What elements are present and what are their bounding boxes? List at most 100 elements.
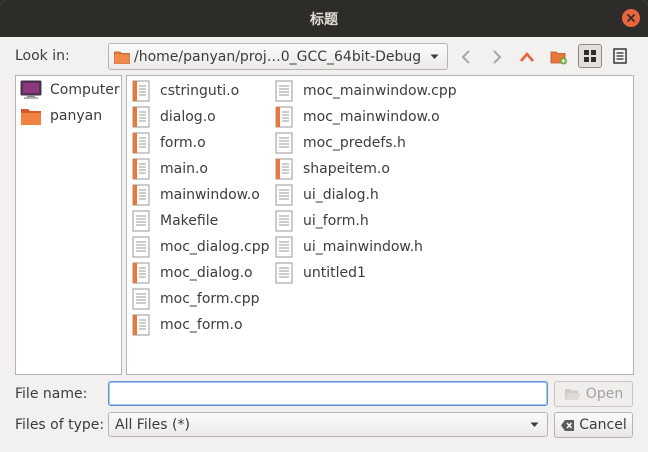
binary-file-icon: [275, 106, 293, 128]
file-name-input[interactable]: [108, 381, 548, 406]
file-name: ui_mainwindow.h: [303, 239, 423, 255]
folder-icon: [114, 51, 130, 64]
file-name: shapeitem.o: [303, 161, 390, 177]
folder-icon: [21, 109, 41, 125]
parent-directory-icon: [520, 52, 534, 62]
file-name: moc_mainwindow.o: [303, 109, 440, 125]
new-folder-button[interactable]: [548, 46, 570, 68]
list-item[interactable]: main.o: [132, 156, 270, 182]
cancel-button[interactable]: Cancel: [554, 412, 633, 438]
binary-file-icon: [132, 184, 150, 206]
file-name: cstringuti.o: [160, 83, 240, 99]
sidebar-item-label: panyan: [50, 108, 103, 124]
file-type-combobox[interactable]: All Files (*): [108, 412, 548, 437]
cancel-icon: [561, 419, 575, 431]
chevron-down-icon: [430, 54, 439, 59]
list-item[interactable]: moc_mainwindow.cpp: [275, 78, 457, 104]
file-type-row: Files of type: All Files (*) Cancel: [0, 412, 648, 438]
current-path: /home/panyan/proj…0_GCC_64bit-Debug: [134, 48, 422, 65]
file-name: main.o: [160, 161, 208, 177]
places-sidebar: Computer panyan: [15, 75, 122, 375]
sidebar-item-panyan[interactable]: panyan: [20, 104, 102, 128]
file-name: ui_form.h: [303, 213, 369, 229]
path-combobox[interactable]: /home/panyan/proj…0_GCC_64bit-Debug: [108, 43, 448, 70]
list-item[interactable]: cstringuti.o: [132, 78, 270, 104]
binary-file-icon: [132, 132, 150, 154]
text-file-icon: [275, 236, 293, 258]
text-file-icon: [275, 132, 293, 154]
window-title: 标题: [310, 11, 338, 28]
detail-view-button[interactable]: [578, 44, 602, 68]
list-item[interactable]: ui_mainwindow.h: [275, 234, 457, 260]
close-icon: [626, 13, 636, 23]
list-item[interactable]: moc_form.o: [132, 312, 270, 338]
text-file-icon: [132, 210, 150, 232]
file-name-label: File name:: [15, 386, 88, 402]
list-item[interactable]: mainwindow.o: [132, 182, 270, 208]
text-file-icon: [275, 262, 293, 284]
text-file-icon: [275, 210, 293, 232]
open-folder-icon: [564, 388, 581, 400]
sidebar-item-label: Computer: [50, 82, 120, 98]
file-type-label: Files of type:: [15, 417, 105, 433]
look-in-row: Look in: /home/panyan/proj…0_GCC_64bit-D…: [0, 42, 648, 72]
file-list: cstringuti.o dialog.o form.o main.o main…: [126, 75, 634, 375]
open-button[interactable]: Open: [554, 381, 633, 407]
forward-icon: [493, 50, 502, 64]
file-column-2: moc_mainwindow.cpp moc_mainwindow.o moc_…: [275, 78, 457, 286]
file-name-row: File name: Open: [0, 381, 648, 407]
file-column-1: cstringuti.o dialog.o form.o main.o main…: [132, 78, 270, 338]
list-item[interactable]: Makefile: [132, 208, 270, 234]
list-item[interactable]: moc_mainwindow.o: [275, 104, 457, 130]
file-name: dialog.o: [160, 109, 216, 125]
list-item[interactable]: untitled1: [275, 260, 457, 286]
file-name: untitled1: [303, 265, 366, 281]
list-item[interactable]: shapeitem.o: [275, 156, 457, 182]
list-item[interactable]: moc_dialog.cpp: [132, 234, 270, 260]
file-name: Makefile: [160, 213, 219, 229]
new-folder-icon: [550, 51, 567, 65]
close-button[interactable]: [622, 9, 640, 27]
cancel-button-label: Cancel: [579, 417, 627, 433]
list-item[interactable]: moc_predefs.h: [275, 130, 457, 156]
binary-file-icon: [132, 158, 150, 180]
forward-button[interactable]: [486, 46, 508, 68]
list-item[interactable]: ui_dialog.h: [275, 182, 457, 208]
list-item[interactable]: moc_dialog.o: [132, 260, 270, 286]
text-file-icon: [132, 288, 150, 310]
list-item[interactable]: moc_form.cpp: [132, 286, 270, 312]
file-dialog: 标题 Look in: /home/panyan/proj…0_GCC_64bi…: [0, 0, 648, 452]
list-item[interactable]: form.o: [132, 130, 270, 156]
back-icon: [461, 50, 470, 64]
title-bar: 标题: [0, 0, 648, 37]
text-file-icon: [132, 236, 150, 258]
file-name: moc_form.o: [160, 317, 243, 333]
binary-file-icon: [132, 106, 150, 128]
detail-view-icon: [584, 50, 596, 62]
list-view-icon: [613, 48, 627, 64]
chevron-down-icon: [530, 422, 539, 427]
file-type-selected: All Files (*): [115, 416, 190, 433]
back-button[interactable]: [455, 46, 477, 68]
file-name: moc_mainwindow.cpp: [303, 83, 457, 99]
file-name: moc_dialog.o: [160, 265, 253, 281]
look-in-label: Look in:: [15, 48, 70, 64]
sidebar-item-computer[interactable]: Computer: [20, 78, 120, 102]
binary-file-icon: [132, 262, 150, 284]
list-item[interactable]: dialog.o: [132, 104, 270, 130]
file-name: ui_dialog.h: [303, 187, 379, 203]
binary-file-icon: [132, 314, 150, 336]
binary-file-icon: [275, 158, 293, 180]
list-item[interactable]: ui_form.h: [275, 208, 457, 234]
open-button-label: Open: [585, 386, 624, 402]
file-name: moc_predefs.h: [303, 135, 406, 151]
file-name: form.o: [160, 135, 206, 151]
text-file-icon: [275, 184, 293, 206]
text-file-icon: [275, 80, 293, 102]
binary-file-icon: [132, 80, 150, 102]
computer-icon: [20, 80, 42, 99]
list-view-button[interactable]: [608, 44, 632, 68]
file-name: moc_dialog.cpp: [160, 239, 270, 255]
parent-directory-button[interactable]: [516, 46, 538, 68]
file-name: mainwindow.o: [160, 187, 260, 203]
